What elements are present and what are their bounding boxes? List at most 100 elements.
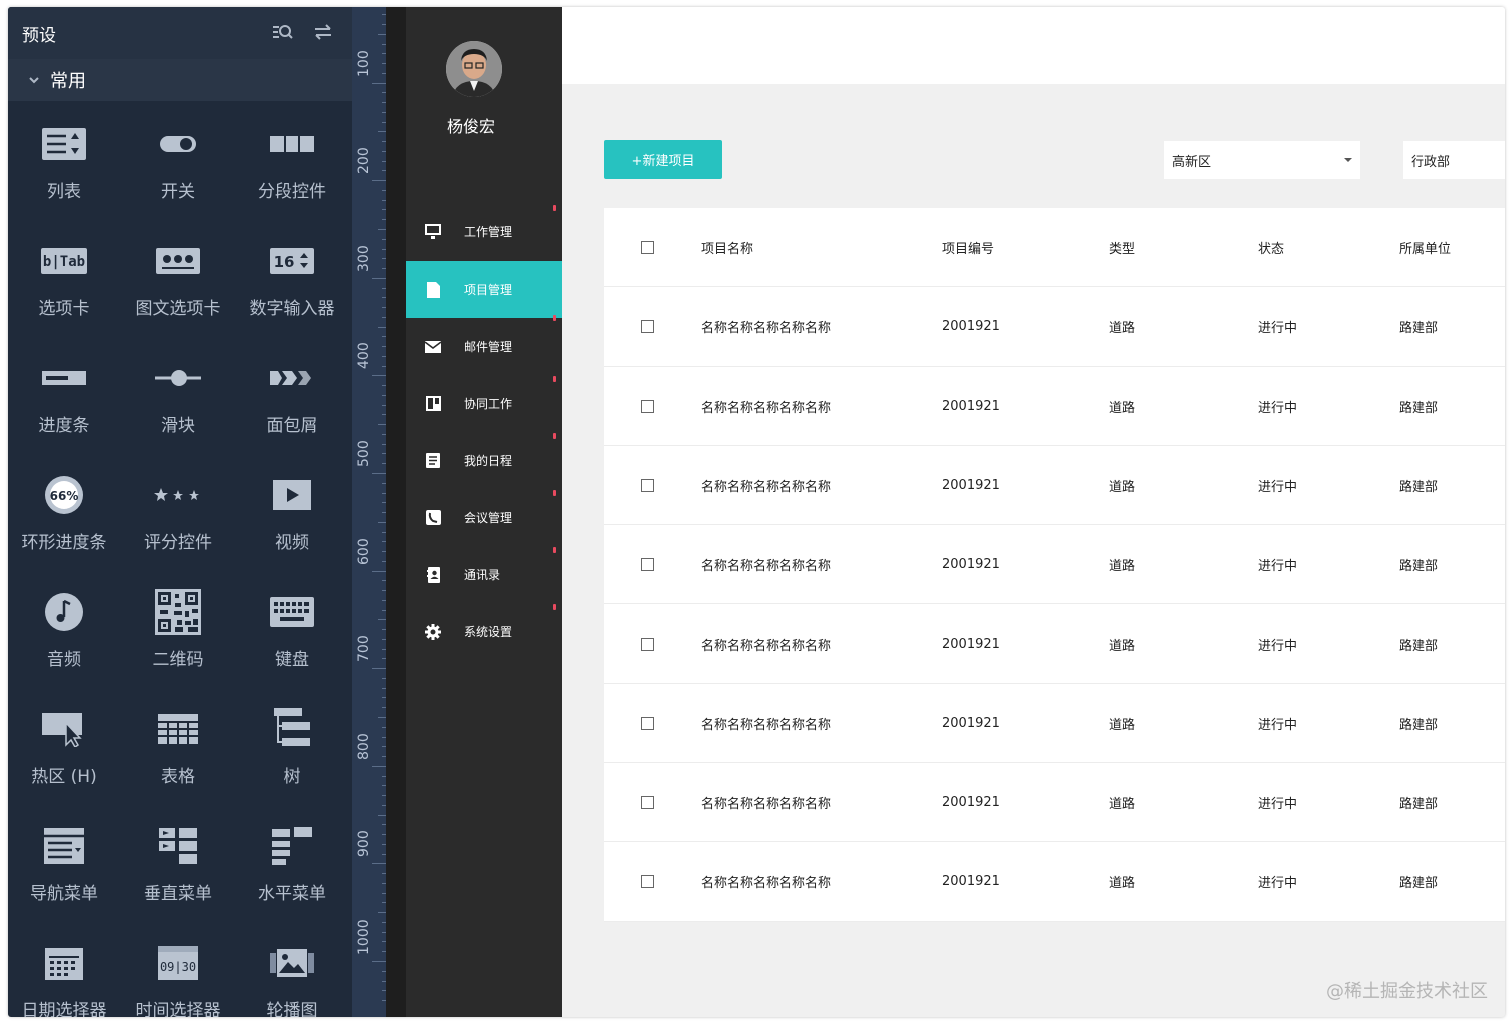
ruler-tick xyxy=(378,912,386,914)
component-label: 选项卡 xyxy=(38,299,90,319)
nav-item-schedule[interactable]: 我的日程 xyxy=(406,432,562,496)
component-label: 轮播图 xyxy=(266,1001,318,1017)
table-cell: 路建部 xyxy=(1399,876,1439,892)
component-time-picker[interactable]: 09|30 时间选择器 xyxy=(122,936,234,1017)
row-checkbox[interactable] xyxy=(641,399,654,413)
ruler-tick xyxy=(378,717,386,718)
horizontal-menu-icon xyxy=(267,823,317,869)
ruler-tick xyxy=(372,473,386,474)
ruler-tick xyxy=(378,424,386,426)
search-list-icon[interactable] xyxy=(272,21,294,43)
group-header-common[interactable]: 常用 xyxy=(8,59,352,101)
department-select[interactable]: 行政部 xyxy=(1403,141,1505,179)
nav-item-meeting[interactable]: 会议管理 xyxy=(406,489,562,553)
row-checkbox[interactable] xyxy=(641,716,654,730)
document-icon xyxy=(424,281,442,299)
component-audio[interactable]: 音频 xyxy=(8,585,120,695)
table-row[interactable]: 名称名称名称名称名称 2001921 道路 进行中 路建部 xyxy=(604,287,1505,367)
panel-title: 预设 xyxy=(22,25,56,46)
component-number-input[interactable]: 16 数字输入器 xyxy=(236,234,348,344)
table-row[interactable]: 名称名称名称名称名称 2001921 道路 进行中 路建部 xyxy=(604,684,1505,764)
table-row[interactable]: 名称名称名称名称名称 2001921 道路 进行中 路建部 xyxy=(604,446,1505,526)
avatar[interactable] xyxy=(446,41,502,97)
row-checkbox[interactable] xyxy=(641,478,654,492)
component-label: 分段控件 xyxy=(258,182,326,202)
ruler-tick xyxy=(372,765,386,767)
nav-item-label: 工作管理 xyxy=(464,225,513,239)
nav-item-label: 邮件管理 xyxy=(464,340,513,354)
table-cell: 2001921 xyxy=(942,795,1000,811)
ruler-label: 500 xyxy=(356,440,372,467)
vertical-ruler[interactable]: 100 200 300 400 500 600 700 800 900 1000 xyxy=(352,7,386,1017)
component-rating[interactable]: 评分控件 xyxy=(122,468,234,578)
top-bar xyxy=(562,7,1505,84)
monitor-icon xyxy=(424,223,442,241)
number-icon-text: 16 xyxy=(274,253,295,271)
table-row[interactable]: 名称名称名称名称名称 2001921 道路 进行中 路建部 xyxy=(604,367,1505,446)
image-text-tab-icon xyxy=(153,238,203,284)
component-date-picker[interactable]: 日期选择器 xyxy=(8,936,120,1017)
nav-item-collab[interactable]: 协同工作 xyxy=(406,375,562,439)
component-horizontal-menu[interactable]: 水平菜单 xyxy=(236,819,348,929)
select-all-checkbox[interactable] xyxy=(641,241,654,254)
component-keyboard[interactable]: 键盘 xyxy=(236,585,348,695)
table-cell: 进行中 xyxy=(1258,876,1298,892)
nav-item-work[interactable]: 工作管理 xyxy=(406,203,562,260)
time-picker-icon: 09|30 xyxy=(153,940,203,986)
component-vertical-menu[interactable]: 垂直菜单 xyxy=(122,819,234,929)
nav-item-label: 我的日程 xyxy=(464,454,513,468)
new-project-button[interactable]: +新建项目 xyxy=(604,140,722,179)
ruler-tick xyxy=(372,82,386,84)
component-hotspot[interactable]: 热区 (H) xyxy=(8,702,120,812)
component-table[interactable]: 表格 xyxy=(122,702,234,812)
column-header[interactable]: 状态 xyxy=(1258,208,1284,287)
ruler-label: 600 xyxy=(356,537,372,565)
component-progress[interactable]: 进度条 xyxy=(8,351,120,461)
row-checkbox[interactable] xyxy=(641,875,654,889)
row-checkbox[interactable] xyxy=(641,796,654,810)
nav-item-contacts[interactable]: 通讯录 xyxy=(406,546,562,610)
table-cell: 进行中 xyxy=(1258,479,1298,495)
table-row[interactable]: 名称名称名称名称名称 2001921 道路 进行中 路建部 xyxy=(604,525,1505,605)
component-tab[interactable]: b|Tab 选项卡 xyxy=(8,234,120,344)
ring-progress-icon: 66% xyxy=(39,472,89,518)
column-header[interactable]: 类型 xyxy=(1109,208,1135,287)
table-cell: 道路 xyxy=(1109,321,1136,337)
date-picker-icon xyxy=(39,940,89,986)
component-image-text-tab[interactable]: 图文选项卡 xyxy=(122,234,234,344)
nav-item-label: 项目管理 xyxy=(464,283,513,297)
component-ring-progress[interactable]: 66% 环形进度条 xyxy=(8,468,120,578)
district-select[interactable]: 高新区 xyxy=(1164,141,1360,179)
column-header[interactable]: 项目名称 xyxy=(701,208,753,287)
component-video[interactable]: 视频 xyxy=(236,468,348,578)
table-row[interactable]: 名称名称名称名称名称 2001921 道路 进行中 路建部 xyxy=(604,605,1505,684)
component-slider[interactable]: 滑块 xyxy=(122,351,234,461)
component-switch[interactable]: 开关 xyxy=(122,117,234,227)
hotspot-icon xyxy=(39,706,89,752)
table-cell: 路建部 xyxy=(1399,321,1439,337)
component-nav-menu[interactable]: 导航菜单 xyxy=(8,819,120,929)
component-tree[interactable]: 树 xyxy=(236,702,348,812)
column-header[interactable]: 所属单位 xyxy=(1399,208,1451,287)
component-carousel[interactable]: 轮播图 xyxy=(236,936,348,1017)
row-checkbox[interactable] xyxy=(641,320,654,334)
column-header[interactable]: 项目编号 xyxy=(942,208,994,287)
nav-item-mail[interactable]: 邮件管理 xyxy=(406,318,562,382)
component-label: 时间选择器 xyxy=(135,1001,221,1017)
table-cell: 2001921 xyxy=(942,715,1000,731)
table-cell: 路建部 xyxy=(1399,400,1439,416)
table-cell: 道路 xyxy=(1109,400,1136,416)
qrcode-icon xyxy=(153,589,203,635)
component-breadcrumb[interactable]: 面包屑 xyxy=(236,351,348,461)
component-list[interactable]: 列表 xyxy=(8,117,120,227)
table-row[interactable]: 名称名称名称名称名称 2001921 道路 进行中 路建部 xyxy=(604,842,1505,922)
nav-item-settings[interactable]: 系统设置 xyxy=(406,603,562,660)
component-segmented[interactable]: 分段控件 xyxy=(236,117,348,227)
row-checkbox[interactable] xyxy=(641,558,654,572)
table-row[interactable]: 名称名称名称名称名称 2001921 道路 进行中 路建部 xyxy=(604,763,1505,843)
row-checkbox[interactable] xyxy=(641,637,654,651)
swap-icon[interactable] xyxy=(312,21,334,43)
component-qrcode[interactable]: 二维码 xyxy=(122,585,234,695)
ruler-tick xyxy=(372,180,386,182)
nav-item-projects[interactable]: 项目管理 xyxy=(406,261,562,321)
